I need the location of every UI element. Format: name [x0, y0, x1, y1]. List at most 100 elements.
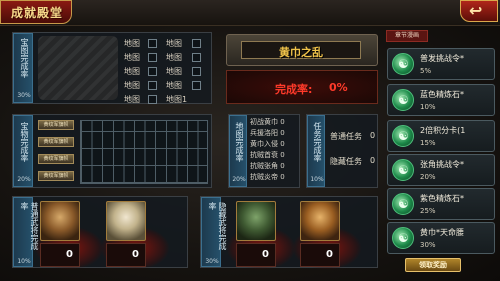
map-slot-checkbox[interactable] — [148, 39, 157, 48]
map-slot-checkbox[interactable] — [148, 67, 157, 76]
map-slot-checkbox[interactable] — [192, 67, 201, 76]
reward-threshold: 5% — [420, 67, 432, 75]
map-progress-row: 黄巾入侵 0 — [250, 140, 285, 148]
general-count: 0 — [40, 243, 80, 267]
treasure-map-percent: 30% — [17, 92, 31, 99]
reward-item[interactable]: ☯ 张角挑战令* 20% — [387, 154, 495, 186]
map-progress-label-box: 地图完成率 20% — [229, 115, 247, 187]
map-slot-checkbox[interactable] — [148, 81, 157, 90]
reward-coin-icon: ☯ — [392, 193, 414, 215]
reward-threshold: 30% — [420, 241, 436, 249]
hidden-task-label: 隐藏任务 — [330, 157, 362, 166]
hidden-task-count: 0 — [370, 156, 376, 165]
task-progress-label: 任务完成率 — [313, 122, 322, 162]
reward-item[interactable]: ☯ 蓝色精炼石* 10% — [387, 84, 495, 116]
general-portrait[interactable] — [106, 201, 146, 241]
map-slot-label: 地图 — [166, 39, 182, 48]
reward-item[interactable]: ☯ 2倍积分卡(1 15% — [387, 120, 495, 152]
swirl-icon: ☯ — [398, 93, 409, 107]
reward-threshold: 15% — [420, 139, 436, 147]
reward-coin-icon: ☯ — [392, 89, 414, 111]
flag-item-button[interactable]: 黄纹军旗帜 — [38, 171, 74, 181]
reward-item[interactable]: ☯ 紫色精炼石* 25% — [387, 188, 495, 220]
treasure-items-grid: 黄纹军旗帜 黄纹军旗帜 黄纹军旗帜 黄纹军旗帜 — [38, 118, 210, 186]
task-progress-percent: 10% — [310, 176, 324, 183]
claim-reward-button[interactable]: 领取奖励 — [405, 258, 461, 272]
item-slot-grid — [80, 120, 208, 184]
reward-coin-icon: ☯ — [392, 159, 414, 181]
general-portrait[interactable] — [236, 201, 276, 241]
reward-coin-icon: ☯ — [392, 125, 414, 147]
back-button[interactable]: ↩ — [460, 0, 498, 22]
general-portrait[interactable] — [40, 201, 80, 241]
back-arrow-icon: ↩ — [469, 1, 483, 20]
reward-name: 普发挑战令* — [420, 54, 464, 63]
hidden-generals-label: 隐藏武将完成率 — [208, 202, 227, 250]
swirl-icon: ☯ — [398, 57, 409, 71]
normal-task-label: 普通任务 — [330, 132, 362, 141]
title-plate: 成就殿堂 — [0, 0, 72, 24]
reward-name: 蓝色精炼石* — [420, 90, 464, 99]
reward-threshold: 10% — [420, 103, 436, 111]
reward-threshold: 25% — [420, 207, 436, 215]
reward-coin-icon: ☯ — [392, 53, 414, 75]
map-progress-percent: 20% — [232, 176, 246, 183]
flag-item-button[interactable]: 黄纹军旗帜 — [38, 154, 74, 164]
map-progress-row: 抗贼炎帝 0 — [250, 173, 285, 181]
map-progress-row: 抗贼张角 0 — [250, 162, 285, 170]
map-slot-label: 地图 — [166, 67, 182, 76]
normal-task-count: 0 — [370, 131, 376, 140]
map-slot-label: 地图 — [124, 81, 140, 90]
map-slot-label: 地图 — [124, 53, 140, 62]
completion-label: 完成率: — [275, 83, 313, 96]
treasure-map-label: 宝图完成率 — [20, 38, 29, 78]
treasure-items-label-box: 宝物完成率 20% — [13, 115, 33, 187]
reward-item[interactable]: ☯ 普发挑战令* 5% — [387, 48, 495, 80]
hidden-generals-label-box: 隐藏武将完成率 30% — [201, 197, 227, 267]
general-count: 0 — [236, 243, 276, 267]
normal-generals-percent: 10% — [17, 258, 31, 265]
reward-threshold: 20% — [420, 173, 436, 181]
reward-name: 张角挑战令* — [420, 160, 464, 169]
completion-value: 0% — [329, 81, 348, 94]
map-slot-label: 地图 — [124, 67, 140, 76]
reward-name: 2倍积分卡(1 — [420, 126, 466, 135]
reward-section-title: 章节漫画 — [386, 30, 428, 42]
swirl-icon: ☯ — [398, 197, 409, 211]
reward-name: 黄巾*天命腰 — [420, 228, 464, 237]
map-slot-label: 地图 — [166, 81, 182, 90]
reward-coin-icon: ☯ — [392, 227, 414, 249]
map-checklist: 地图 地图 地图 地图 地图 地图 地图 地图 地图 地图1 — [124, 38, 214, 104]
top-bar — [0, 0, 500, 26]
map-progress-row: 抗贼首衰 0 — [250, 151, 285, 159]
general-portrait[interactable] — [300, 201, 340, 241]
map-progress-row: 兵援洛阳 0 — [250, 129, 285, 137]
chapter-banner: 黄巾之乱 — [226, 34, 378, 66]
map-slot-checkbox[interactable] — [148, 53, 157, 62]
map-slot-checkbox[interactable] — [192, 81, 201, 90]
flag-item-button[interactable]: 黄纹军旗帜 — [38, 120, 74, 130]
swirl-icon: ☯ — [398, 231, 409, 245]
treasure-items-percent: 20% — [17, 176, 31, 183]
reward-item[interactable]: ☯ 黄巾*天命腰 30% — [387, 222, 495, 254]
general-count: 0 — [106, 243, 146, 267]
page-title: 成就殿堂 — [10, 6, 63, 20]
swirl-icon: ☯ — [398, 163, 409, 177]
swirl-icon: ☯ — [398, 129, 409, 143]
map-slot-label: 地图 — [124, 95, 140, 104]
reward-name: 紫色精炼石* — [420, 194, 464, 203]
map-slot-checkbox[interactable] — [192, 53, 201, 62]
treasure-items-label: 宝物完成率 — [20, 122, 29, 162]
flag-item-button[interactable]: 黄纹军旗帜 — [38, 137, 74, 147]
task-progress-label-box: 任务完成率 10% — [307, 115, 325, 187]
map-slot-checkbox[interactable] — [192, 39, 201, 48]
map-slot-label: 地图 — [166, 53, 182, 62]
general-count: 0 — [300, 243, 340, 267]
map-slot-checkbox[interactable] — [148, 95, 157, 104]
chapter-title: 黄巾之乱 — [241, 41, 361, 59]
map-slot-label: 地图 — [124, 39, 140, 48]
treasure-map-label-box: 宝图完成率 30% — [13, 33, 33, 103]
completion-box: 完成率: 0% — [226, 70, 378, 104]
map-slot-label: 地图1 — [166, 95, 188, 104]
normal-generals-label-box: 普通武将完成率 10% — [13, 197, 39, 267]
